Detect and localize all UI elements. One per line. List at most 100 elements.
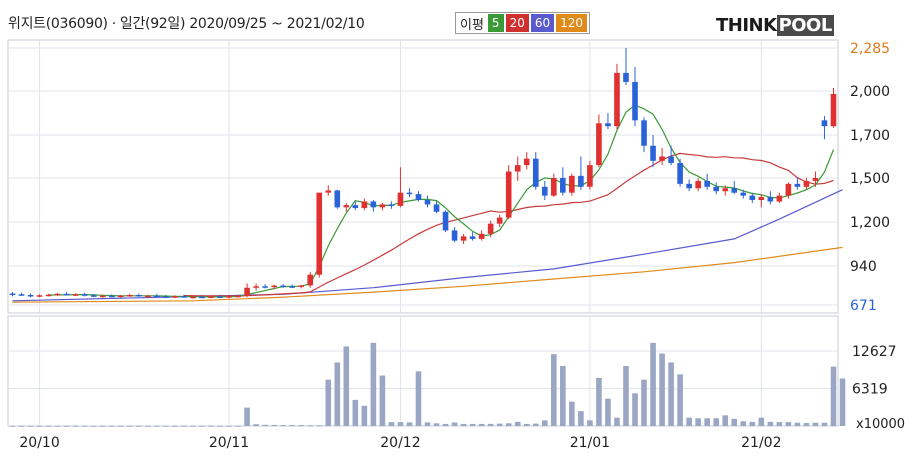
candle-body: [668, 156, 674, 163]
candle-body: [181, 296, 187, 298]
candle-body: [569, 175, 575, 193]
volume-bar: [433, 423, 440, 426]
candle-body: [81, 294, 88, 296]
volume-bar: [72, 425, 79, 427]
volume-bar: [397, 422, 404, 426]
volume-bar: [460, 423, 467, 426]
volume-bar: [668, 362, 674, 426]
volume-bar: [767, 421, 774, 426]
candle-body: [117, 295, 124, 298]
volume-bar: [758, 417, 765, 426]
volume-bar: [487, 423, 494, 426]
volume-bar: [226, 425, 232, 427]
volume-bar: [334, 362, 341, 426]
volume-bar: [496, 423, 503, 426]
candle-body: [108, 295, 115, 298]
candle-body: [406, 192, 413, 195]
candle-body: [740, 192, 747, 196]
price-tick-label: 1,500: [850, 171, 890, 187]
volume-bar: [722, 415, 729, 426]
volume-bar: [361, 405, 368, 426]
volume-bar: [551, 354, 557, 426]
candle-body: [136, 294, 142, 297]
candle: [505, 165, 512, 220]
volume-bar: [596, 377, 602, 426]
candle-body: [244, 287, 250, 296]
candle-body: [451, 230, 458, 241]
candle-body: [298, 285, 305, 287]
candle-body: [632, 81, 638, 121]
candle-body: [650, 145, 656, 161]
volume-bar: [45, 425, 52, 427]
candle-body: [217, 296, 223, 298]
candle-body: [713, 186, 720, 192]
volume-bar: [578, 411, 584, 426]
candle-body: [758, 197, 765, 200]
candle-body: [271, 285, 277, 288]
candle-body: [478, 233, 485, 239]
candle-body: [578, 175, 584, 187]
candle-body: [154, 295, 160, 298]
volume-tick-label: 12627: [852, 344, 897, 360]
volume-bar: [686, 417, 692, 426]
candle-body: [388, 204, 395, 206]
candle-body: [496, 217, 503, 224]
candle-body: [370, 201, 377, 208]
candle: [830, 87, 837, 128]
candle-body: [641, 120, 647, 146]
volume-bar: [632, 393, 638, 426]
price-panel: [7, 39, 839, 314]
volume-bar: [713, 418, 720, 426]
candle-body: [397, 192, 404, 206]
volume-bar: [163, 425, 169, 427]
volume-bar: [587, 420, 593, 426]
candle-body: [325, 190, 332, 193]
volume-bar: [27, 425, 34, 427]
volume-bar: [731, 418, 738, 426]
candle-body: [54, 293, 61, 296]
candle-body: [145, 295, 151, 298]
volume-bar: [740, 421, 747, 426]
candle-body: [677, 162, 683, 184]
candle-body: [90, 295, 97, 297]
candle-body: [18, 294, 25, 296]
volume-bar: [280, 425, 286, 427]
candle-body: [226, 296, 232, 298]
volume-axis: 12627 6319 x10000: [852, 344, 905, 432]
volume-bar: [244, 407, 250, 426]
candle-body: [749, 195, 756, 200]
candle-body: [163, 296, 169, 298]
candle-body: [262, 286, 268, 288]
volume-bar: [199, 425, 205, 427]
volume-bar: [560, 366, 566, 426]
volume-bar: [569, 401, 575, 426]
volume-bar: [262, 424, 268, 426]
price-tick-label: 1,700: [850, 128, 890, 144]
volume-bar: [776, 422, 783, 426]
volume-bar: [424, 422, 431, 426]
price-tick-label: 2,000: [850, 84, 890, 100]
volume-bar: [108, 425, 115, 427]
volume-bar: [514, 421, 521, 426]
date-tick-label: 20/11: [209, 435, 249, 451]
volume-bar: [469, 423, 476, 426]
candle-body: [532, 158, 539, 187]
volume-bar: [208, 425, 214, 427]
date-tick-label: 20/12: [380, 435, 420, 451]
candle-body: [172, 296, 178, 298]
candle-body: [560, 178, 566, 193]
volume-bar: [271, 424, 277, 426]
volume-bar: [325, 379, 332, 426]
candle-body: [235, 295, 241, 298]
volume-bar: [388, 422, 395, 426]
candle-body: [433, 204, 440, 212]
volume-bar: [217, 425, 223, 427]
volume-bar: [316, 425, 323, 427]
candle-body: [316, 192, 323, 275]
volume-bar: [830, 366, 837, 426]
volume-bar: [343, 346, 350, 426]
volume-bar: [90, 425, 97, 427]
candle: [316, 192, 323, 278]
candle-body: [334, 190, 341, 208]
candle-body: [36, 295, 43, 297]
